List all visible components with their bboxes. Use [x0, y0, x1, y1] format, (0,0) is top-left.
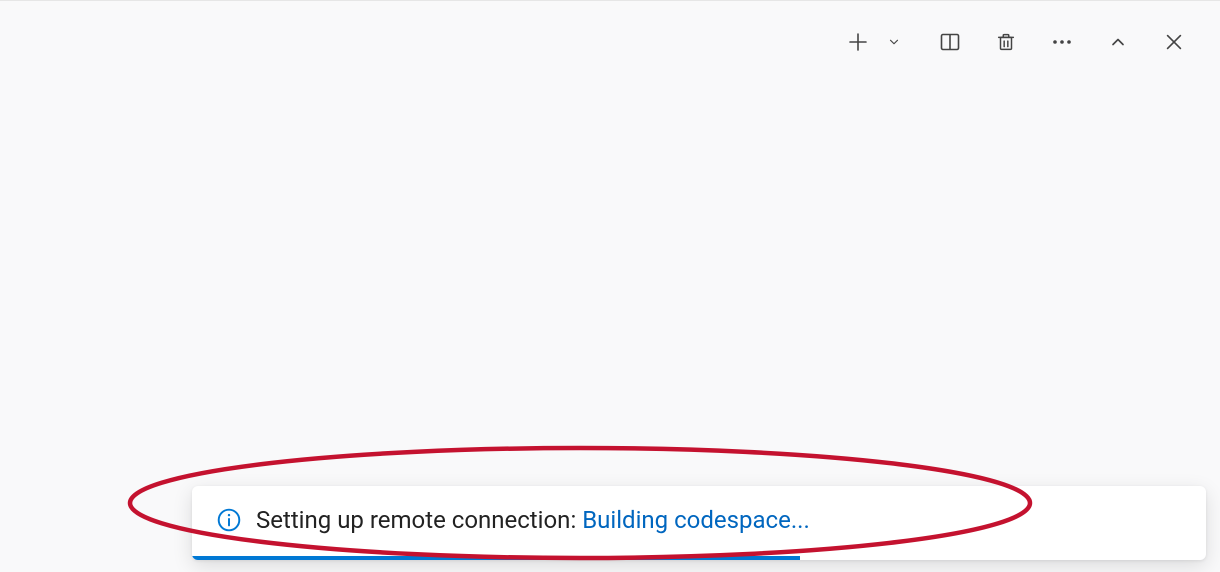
- chevron-down-icon: [887, 35, 901, 49]
- info-icon: [216, 507, 242, 533]
- close-icon: [1163, 31, 1185, 53]
- plus-icon: [846, 30, 870, 54]
- split-panel-icon: [938, 30, 962, 54]
- maximize-panel-button[interactable]: [1104, 28, 1132, 56]
- notification-message: Setting up remote connection: Building c…: [256, 506, 810, 534]
- new-terminal-group: [844, 28, 908, 56]
- panel-toolbar: [844, 28, 1188, 56]
- kill-terminal-button[interactable]: [992, 28, 1020, 56]
- new-terminal-dropdown[interactable]: [880, 28, 908, 56]
- close-panel-button[interactable]: [1160, 28, 1188, 56]
- more-actions-button[interactable]: [1048, 28, 1076, 56]
- notification-text: Setting up remote connection:: [256, 506, 582, 534]
- notification-link[interactable]: Building codespace...: [582, 506, 810, 534]
- trash-icon: [995, 31, 1017, 53]
- split-panel-button[interactable]: [936, 28, 964, 56]
- notification-toast: Setting up remote connection: Building c…: [192, 486, 1206, 560]
- chevron-up-icon: [1108, 32, 1128, 52]
- new-terminal-button[interactable]: [844, 28, 872, 56]
- window-top-border: [0, 0, 1220, 1]
- ellipsis-icon: [1050, 30, 1074, 54]
- progress-fill: [192, 556, 800, 560]
